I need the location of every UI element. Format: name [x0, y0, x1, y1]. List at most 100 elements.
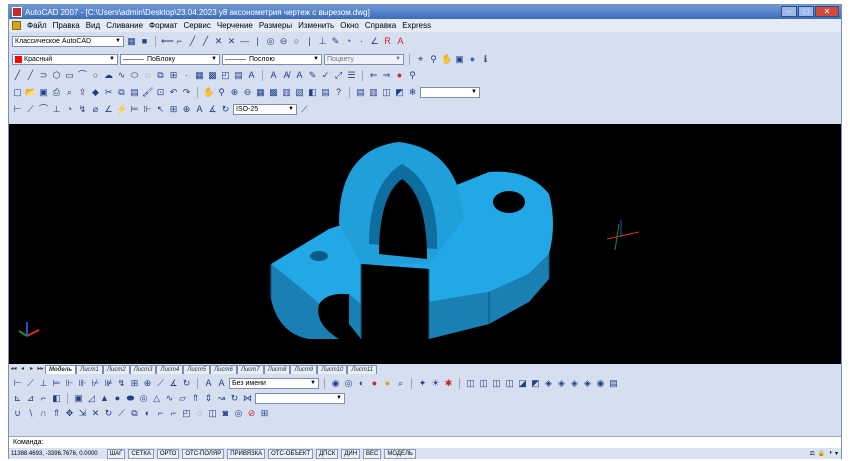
shell-icon[interactable]: ◙	[220, 408, 231, 419]
box-icon[interactable]: ▣	[73, 393, 84, 404]
material-icon[interactable]: ●	[382, 378, 393, 389]
taper-faces-icon[interactable]: ⟋	[116, 408, 127, 419]
view-front-icon[interactable]: ◪	[517, 378, 528, 389]
horizontal-line-icon[interactable]: —	[239, 36, 250, 47]
dim-center-icon[interactable]: ⊕	[142, 378, 153, 389]
workspace-save-icon[interactable]: ■	[139, 36, 150, 47]
section-icon[interactable]: ⊞	[259, 408, 270, 419]
planar-surface-icon[interactable]: ▱	[177, 393, 188, 404]
dimstyle-select[interactable]: ISO-25 ▼	[233, 103, 297, 115]
ucs-icon[interactable]: ⊾	[12, 393, 23, 404]
copy-faces-icon[interactable]: ⧉	[129, 408, 140, 419]
free-orbit-icon[interactable]: ◎	[343, 378, 354, 389]
sweep-icon[interactable]: ↝	[216, 393, 227, 404]
polar-toggle[interactable]: ОТС-ПОЛЯР	[182, 448, 225, 459]
arc-icon[interactable]: ⌒	[77, 70, 88, 81]
check-icon[interactable]: ◎	[233, 408, 244, 419]
camera-icon[interactable]: ⌕	[395, 378, 406, 389]
angular-dim-icon[interactable]: ∠	[103, 104, 114, 115]
extrude-faces-icon[interactable]: ⇑	[51, 408, 62, 419]
color-faces-icon[interactable]: ◐	[142, 408, 153, 419]
ucs-world-icon[interactable]: ⊿	[25, 393, 36, 404]
modeling-select[interactable]: ▼	[255, 392, 345, 404]
sun-icon[interactable]: ☀	[430, 378, 441, 389]
view-ne-iso-icon[interactable]: ◈	[569, 378, 580, 389]
text-multi-icon[interactable]: A	[216, 378, 227, 389]
spell-icon[interactable]: ✓	[320, 70, 331, 81]
tab-prev-button[interactable]: ◂	[18, 365, 27, 374]
stop-icon[interactable]: ●	[394, 70, 405, 81]
line-icon[interactable]: ⟵	[161, 36, 174, 47]
pan-icon[interactable]: ⌖	[415, 54, 426, 65]
walk-icon[interactable]: ✱	[443, 378, 454, 389]
dim-baseline-icon[interactable]: ⊨	[51, 378, 62, 389]
dim-edit-icon[interactable]: A	[194, 104, 205, 115]
block-editor-icon[interactable]: ⊡	[155, 87, 166, 98]
text-single-icon[interactable]: A	[203, 378, 214, 389]
3d-orbit-icon[interactable]: ◉	[330, 378, 341, 389]
dim-tolerance-icon[interactable]: ⊞	[129, 378, 140, 389]
text-edit-icon[interactable]: A̸	[281, 70, 292, 81]
extrude-icon[interactable]: ⇑	[190, 393, 201, 404]
dim-jog-icon[interactable]: ↯	[116, 378, 127, 389]
text-style-select[interactable]: Без имени ▼	[229, 377, 319, 389]
tool-palettes-icon[interactable]: ▥	[281, 87, 292, 98]
slice-icon[interactable]: ⊘	[246, 408, 257, 419]
dimstyle-manager-icon[interactable]: ⟋	[299, 104, 310, 115]
polygon-icon[interactable]: ⬡	[51, 70, 62, 81]
torus-icon[interactable]: ◎	[138, 393, 149, 404]
cut-icon[interactable]: ✂	[103, 87, 114, 98]
revolve-icon[interactable]: ↻	[229, 393, 240, 404]
menu-dimension[interactable]: Размеры	[259, 21, 292, 30]
command-line[interactable]: Команда:	[9, 436, 841, 448]
ucs-face-icon[interactable]: ◧	[51, 393, 62, 404]
info-icon[interactable]: ℹ	[480, 54, 491, 65]
tab-last-button[interactable]: ▸▸	[36, 365, 45, 374]
baseline-dim-icon[interactable]: ⊨	[129, 104, 140, 115]
vertical-bar-icon[interactable]: |	[304, 36, 315, 47]
paste-icon[interactable]: ▤	[129, 87, 140, 98]
menu-draw[interactable]: Черчение	[217, 21, 253, 30]
layer-states-icon[interactable]: ▥	[368, 87, 379, 98]
tab-next-button[interactable]: ▸	[27, 365, 36, 374]
workspace-select[interactable]: Классическое AutoCAD ▼	[12, 35, 124, 47]
ellipse-arc-icon[interactable]: ◌	[142, 70, 153, 81]
polyline-icon[interactable]: ⊃	[38, 70, 49, 81]
dim-space-icon[interactable]: ⊪	[77, 378, 88, 389]
sheet-set-icon[interactable]: ▧	[294, 87, 305, 98]
dot-icon[interactable]: ·	[356, 36, 367, 47]
undo-icon[interactable]: ↶	[168, 87, 179, 98]
construction-line-icon[interactable]: ╱	[25, 70, 36, 81]
print-icon[interactable]: ⎙	[51, 87, 62, 98]
wedge-icon[interactable]: ◿	[86, 393, 97, 404]
tab-sheet10[interactable]: Лист10	[317, 365, 348, 374]
ordinate-dim-icon[interactable]: ⊥	[51, 104, 62, 115]
copy-edges-icon[interactable]: ⌐	[155, 408, 166, 419]
match-properties-icon[interactable]: 🖌	[142, 87, 153, 98]
make-block-icon[interactable]: ⊞	[168, 70, 179, 81]
circle-icon[interactable]: ⊖	[278, 36, 289, 47]
window-icon[interactable]: ▣	[454, 54, 465, 65]
view-sw-iso-icon[interactable]: ◈	[543, 378, 554, 389]
zoom-previous-icon[interactable]: ⊖	[242, 87, 253, 98]
arrow-left-icon[interactable]: ⇐	[368, 70, 379, 81]
radius-dim-icon[interactable]: ◔	[64, 104, 75, 115]
color-edges-icon[interactable]: ⌐	[168, 408, 179, 419]
revcloud-icon[interactable]: ☁	[103, 70, 114, 81]
view-top-icon[interactable]: ◫	[465, 378, 476, 389]
communication-icon[interactable]: ◑	[828, 450, 832, 457]
tab-first-button[interactable]: ◂◂	[9, 365, 18, 374]
gradient-icon[interactable]: ▩	[207, 70, 218, 81]
text-a-icon[interactable]: A	[268, 70, 279, 81]
properties-icon[interactable]: ▦	[255, 87, 266, 98]
leader-icon[interactable]: ↖	[155, 104, 166, 115]
menu-modify[interactable]: Изменить	[298, 21, 334, 30]
dim-oblique-icon[interactable]: ⟋	[155, 378, 166, 389]
arc-length-icon[interactable]: ⌒	[38, 104, 49, 115]
loft-icon[interactable]: ⋈	[242, 393, 253, 404]
polyline-icon[interactable]: ⌐	[174, 36, 185, 47]
ortho-toggle[interactable]: ОРТО	[156, 448, 180, 459]
menu-format[interactable]: Формат	[149, 21, 177, 30]
delete-faces-icon[interactable]: ✕	[90, 408, 101, 419]
perpendicular-icon[interactable]: ⊥	[317, 36, 328, 47]
